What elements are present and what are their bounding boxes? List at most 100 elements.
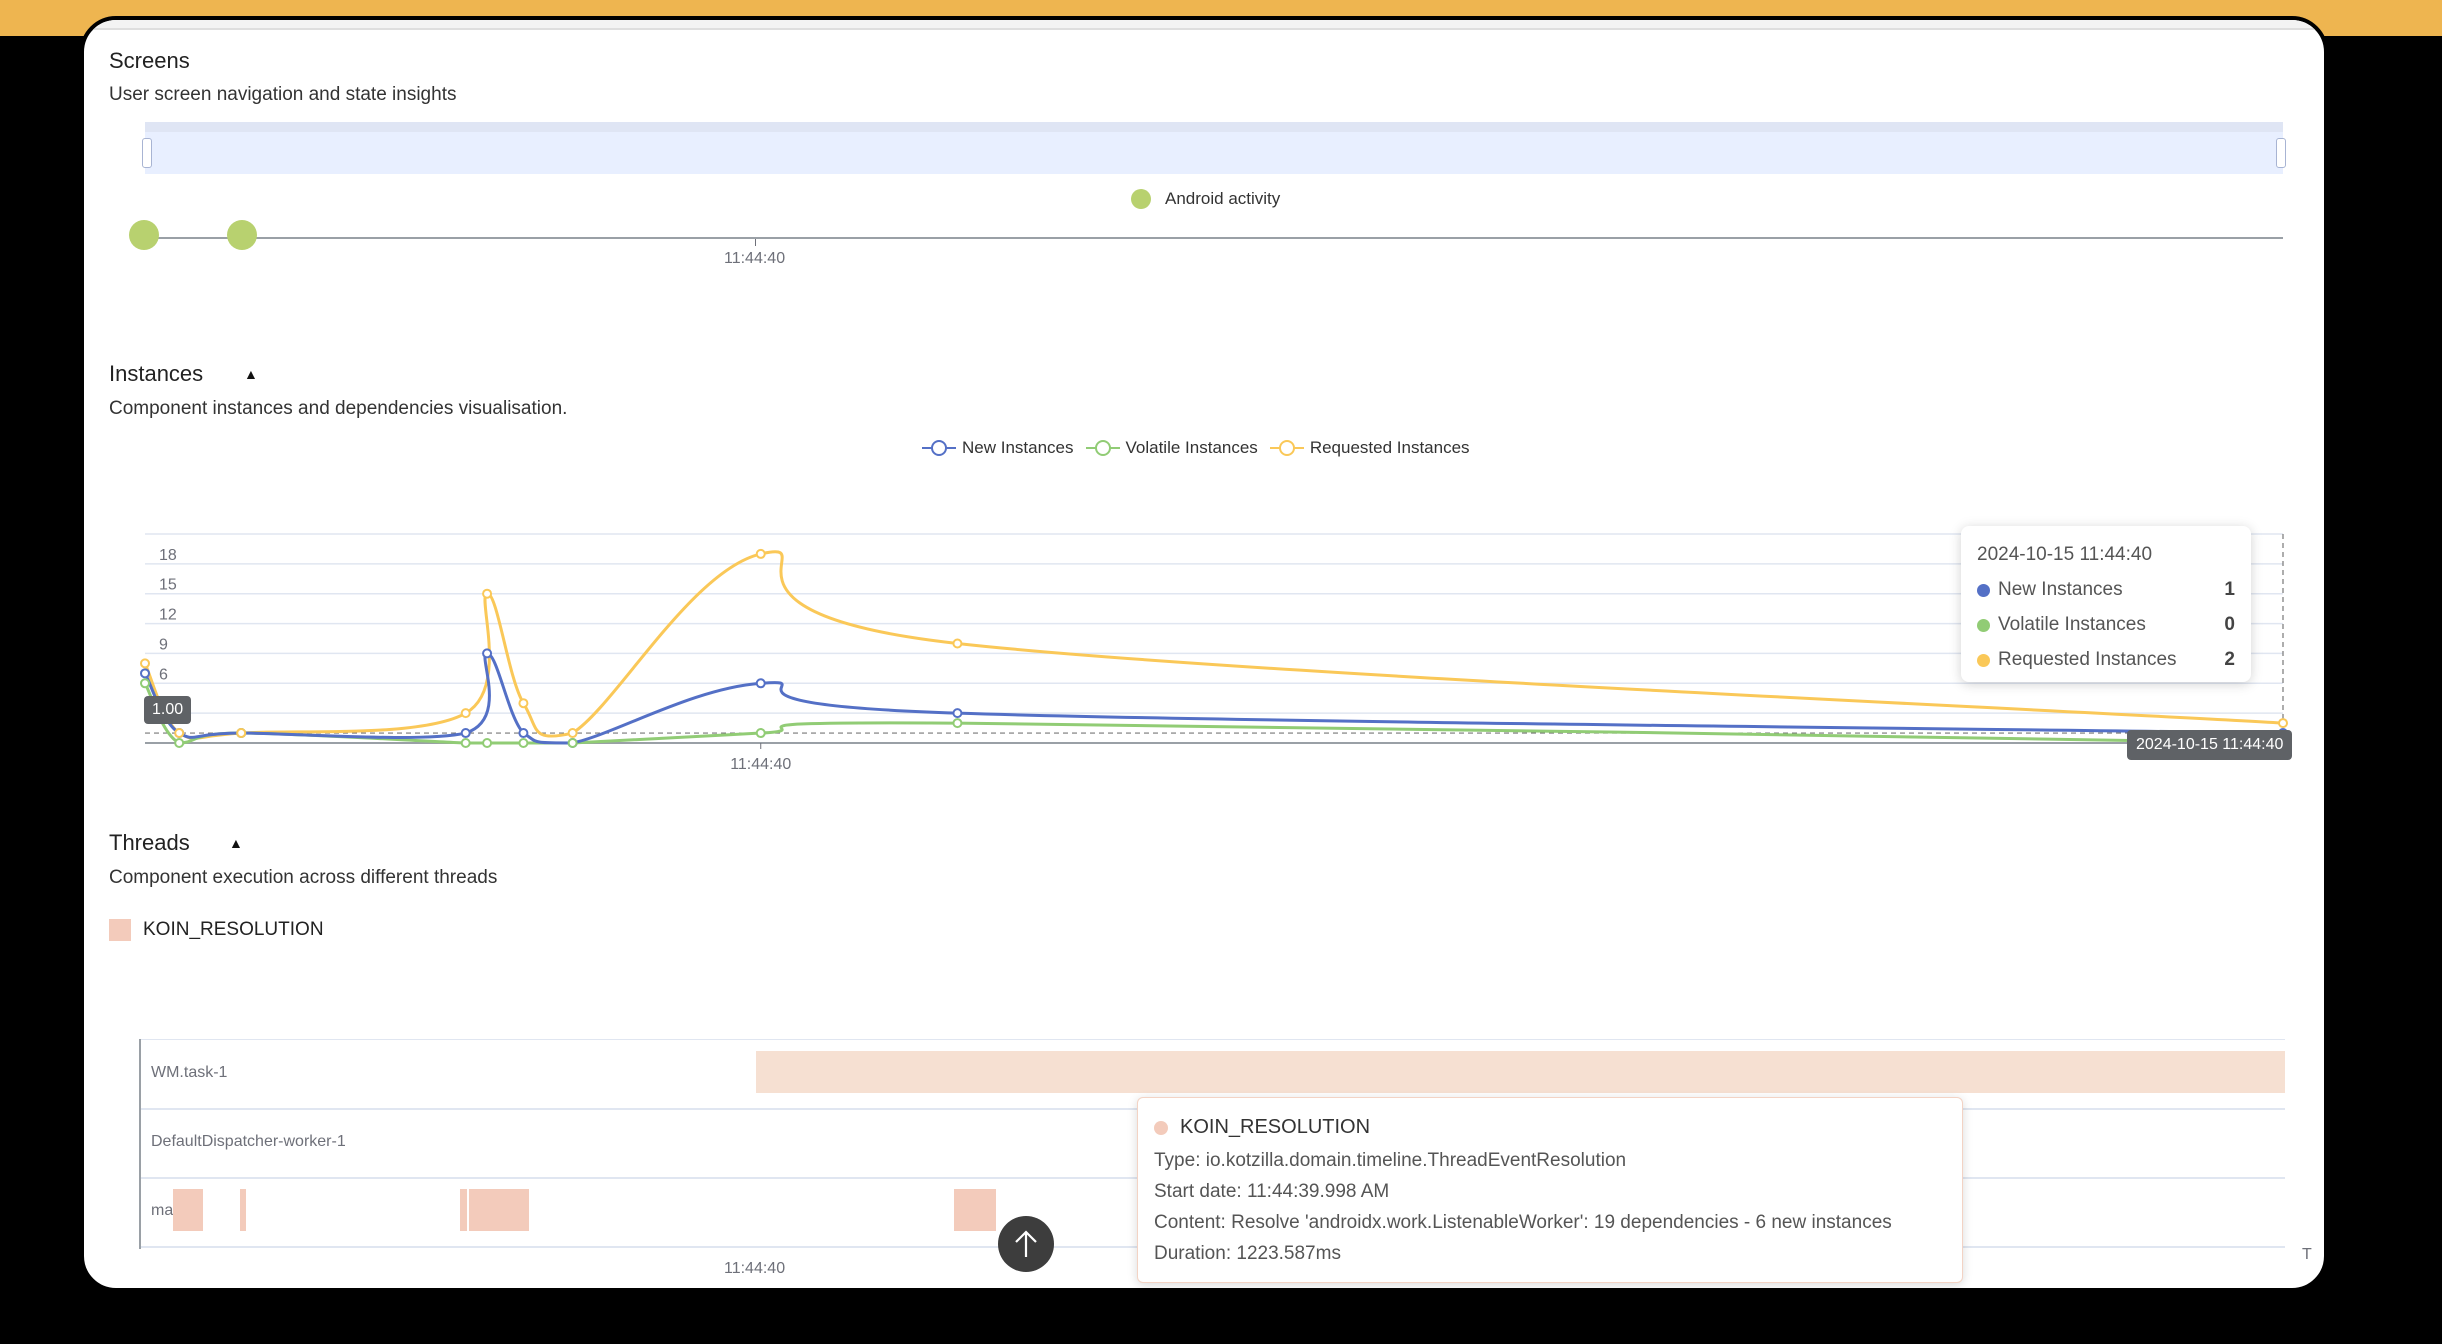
screens-subtitle: User screen navigation and state insight… bbox=[109, 84, 457, 105]
thread-row-label: ma bbox=[151, 1202, 174, 1219]
x-axis-pointer-label: 2024-10-15 11:44:40 bbox=[2127, 730, 2293, 760]
tooltip-title: 2024-10-15 11:44:40 bbox=[1977, 544, 2153, 565]
data-point bbox=[952, 718, 963, 729]
thread-event-tooltip: KOIN_RESOLUTION Type: io.kotzilla.domain… bbox=[1137, 1097, 1963, 1283]
legend-dot-icon bbox=[1131, 189, 1151, 209]
thread-row-label: DefaultDispatcher-worker-1 bbox=[151, 1133, 346, 1150]
legend-item-new[interactable]: New Instances bbox=[922, 438, 1074, 458]
threads-edge-label: T bbox=[2302, 1246, 2312, 1263]
y-tick-label: 15 bbox=[159, 577, 177, 594]
data-point bbox=[518, 738, 529, 748]
data-point bbox=[174, 738, 185, 748]
data-point bbox=[567, 738, 578, 748]
legend-swatch-icon bbox=[109, 919, 131, 941]
data-point bbox=[482, 648, 493, 659]
tooltip-title: KOIN_RESOLUTION bbox=[1180, 1116, 1371, 1138]
threads-subtitle: Component execution across different thr… bbox=[109, 867, 498, 888]
tooltip-row: Volatile Instances bbox=[1977, 614, 2146, 636]
thread-event-bar[interactable] bbox=[953, 1189, 997, 1231]
caret-up-icon[interactable]: ▲ bbox=[244, 366, 258, 382]
tooltip-row-label: Requested Instances bbox=[1998, 649, 2177, 670]
data-point bbox=[174, 728, 185, 739]
screens-zoom-slider[interactable] bbox=[142, 122, 2286, 174]
tooltip-row-label: New Instances bbox=[1998, 579, 2123, 600]
thread-event-bar[interactable] bbox=[469, 1189, 530, 1231]
legend-item-volatile[interactable]: Volatile Instances bbox=[1085, 438, 1258, 458]
line-marker-icon bbox=[922, 440, 956, 456]
thread-event-bar[interactable] bbox=[173, 1189, 204, 1231]
tooltip-row-value: 0 bbox=[2224, 614, 2235, 635]
data-point bbox=[140, 678, 150, 689]
tooltip-row-label: Volatile Instances bbox=[1998, 614, 2146, 635]
data-point bbox=[460, 738, 471, 748]
data-point bbox=[755, 548, 766, 559]
instances-title: Instances bbox=[109, 361, 204, 386]
screens-legend[interactable]: Android activity bbox=[1131, 189, 1280, 209]
activity-event-dot[interactable] bbox=[129, 220, 159, 250]
data-point bbox=[567, 728, 578, 739]
threads-legend[interactable]: KOIN_RESOLUTION bbox=[109, 919, 324, 941]
thread-row-label: WM.task-1 bbox=[151, 1064, 228, 1081]
activity-event-dot[interactable] bbox=[227, 220, 257, 250]
slider-right-handle[interactable] bbox=[2276, 138, 2286, 168]
data-point bbox=[952, 638, 963, 649]
series-dot-icon bbox=[1977, 583, 1990, 597]
y-tick-label: 18 bbox=[159, 547, 177, 564]
dashboard-card: Screens User screen navigation and state… bbox=[80, 16, 2328, 1292]
data-point bbox=[755, 728, 766, 739]
row-divider bbox=[141, 1039, 2285, 1040]
y-axis-pointer-label: 1.00 bbox=[144, 696, 192, 724]
data-point bbox=[140, 658, 150, 669]
threads-title: Threads bbox=[109, 830, 190, 855]
arrow-up-icon bbox=[1015, 1230, 1037, 1257]
legend-label: Volatile Instances bbox=[1125, 438, 1258, 457]
screens-title: Screens bbox=[109, 48, 190, 73]
tooltip-header: KOIN_RESOLUTION bbox=[1154, 1116, 1370, 1139]
line-marker-icon bbox=[1085, 440, 1120, 456]
tooltip-start: Start date: 11:44:39.998 AM bbox=[1154, 1181, 1390, 1202]
legend-label: Android activity bbox=[1165, 189, 1281, 208]
screens-tick-label: 11:44:40 bbox=[724, 250, 786, 267]
caret-up-icon[interactable]: ▲ bbox=[229, 835, 243, 851]
tooltip-row-value: 2 bbox=[2224, 649, 2235, 670]
data-point bbox=[460, 708, 471, 719]
line-marker-icon bbox=[1269, 440, 1304, 456]
event-dot-icon bbox=[1154, 1120, 1168, 1135]
y-tick-label: 9 bbox=[159, 636, 168, 653]
data-point bbox=[460, 728, 471, 739]
series-dot-icon bbox=[1977, 653, 1990, 667]
instances-tooltip: 2024-10-15 11:44:40 New Instances 1 Vola… bbox=[1961, 526, 2251, 682]
tooltip-content: Content: Resolve 'androidx.work.Listenab… bbox=[1154, 1212, 1892, 1233]
y-tick-label: 6 bbox=[159, 666, 168, 683]
data-point bbox=[140, 668, 150, 679]
instances-legend: New Instances Volatile Instances Request… bbox=[922, 438, 1470, 458]
data-point bbox=[755, 678, 766, 689]
legend-label: KOIN_RESOLUTION bbox=[143, 919, 324, 940]
x-tick-label: 11:44:40 bbox=[730, 756, 791, 773]
thread-event-bar[interactable] bbox=[239, 1189, 247, 1231]
data-point bbox=[2278, 718, 2288, 729]
tooltip-row: Requested Instances bbox=[1977, 649, 2177, 671]
data-point bbox=[236, 728, 247, 739]
tooltip-duration: Duration: 1223.587ms bbox=[1154, 1243, 1341, 1264]
series-dot-icon bbox=[1977, 618, 1990, 632]
legend-label: New Instances bbox=[962, 438, 1074, 457]
tooltip-row: New Instances bbox=[1977, 579, 2123, 601]
data-point bbox=[518, 698, 529, 709]
legend-item-requested[interactable]: Requested Instances bbox=[1269, 438, 1470, 458]
legend-label: Requested Instances bbox=[1309, 438, 1470, 457]
y-tick-label: 12 bbox=[159, 607, 177, 624]
data-point bbox=[518, 728, 529, 739]
scroll-to-top-button[interactable] bbox=[998, 1216, 1054, 1272]
thread-event-bar[interactable] bbox=[756, 1051, 2285, 1093]
card-top-edge bbox=[84, 20, 2324, 30]
data-point bbox=[482, 738, 493, 748]
screens-tick bbox=[755, 239, 756, 246]
thread-event-bar[interactable] bbox=[460, 1189, 467, 1231]
slider-left-handle[interactable] bbox=[142, 138, 152, 168]
tooltip-row-value: 1 bbox=[2224, 579, 2235, 600]
data-point bbox=[482, 588, 493, 599]
screens-x-axis bbox=[145, 237, 2283, 239]
data-point bbox=[952, 708, 963, 719]
threads-tick-label: 11:44:40 bbox=[724, 1260, 786, 1277]
